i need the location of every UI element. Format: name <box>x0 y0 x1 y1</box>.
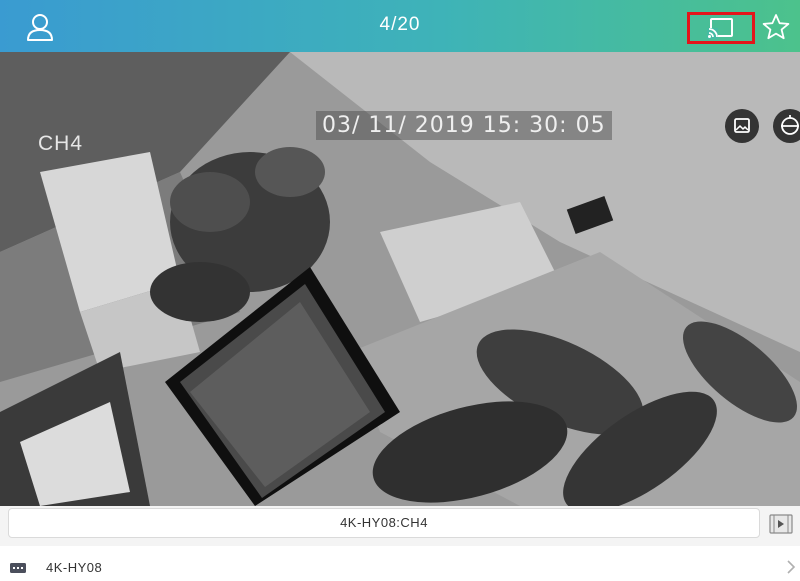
page-indicator: 4/20 <box>379 14 421 35</box>
cast-icon[interactable] <box>707 16 735 40</box>
current-channel-field[interactable]: 4K-HY08:CH4 <box>8 508 760 538</box>
chevron-right-icon[interactable] <box>785 558 797 576</box>
top-bar: 4/20 <box>0 0 800 52</box>
channel-label: CH4 <box>38 132 84 155</box>
dvr-device-icon <box>10 563 26 573</box>
device-name: 4K-HY08 <box>46 560 103 575</box>
osd-timestamp: 03/ 11/ 2019 15: 30: 05 <box>316 111 612 140</box>
snapshot-button[interactable] <box>725 109 759 143</box>
live-video-view[interactable]: CH4 03/ 11/ 2019 15: 30: 05 <box>0 52 800 506</box>
ptz-button[interactable] <box>773 109 800 143</box>
ptz-icon <box>781 115 799 135</box>
star-icon[interactable] <box>761 12 791 42</box>
playback-icon[interactable] <box>769 514 793 534</box>
device-list-item[interactable] <box>0 554 800 581</box>
image-icon <box>734 118 750 133</box>
